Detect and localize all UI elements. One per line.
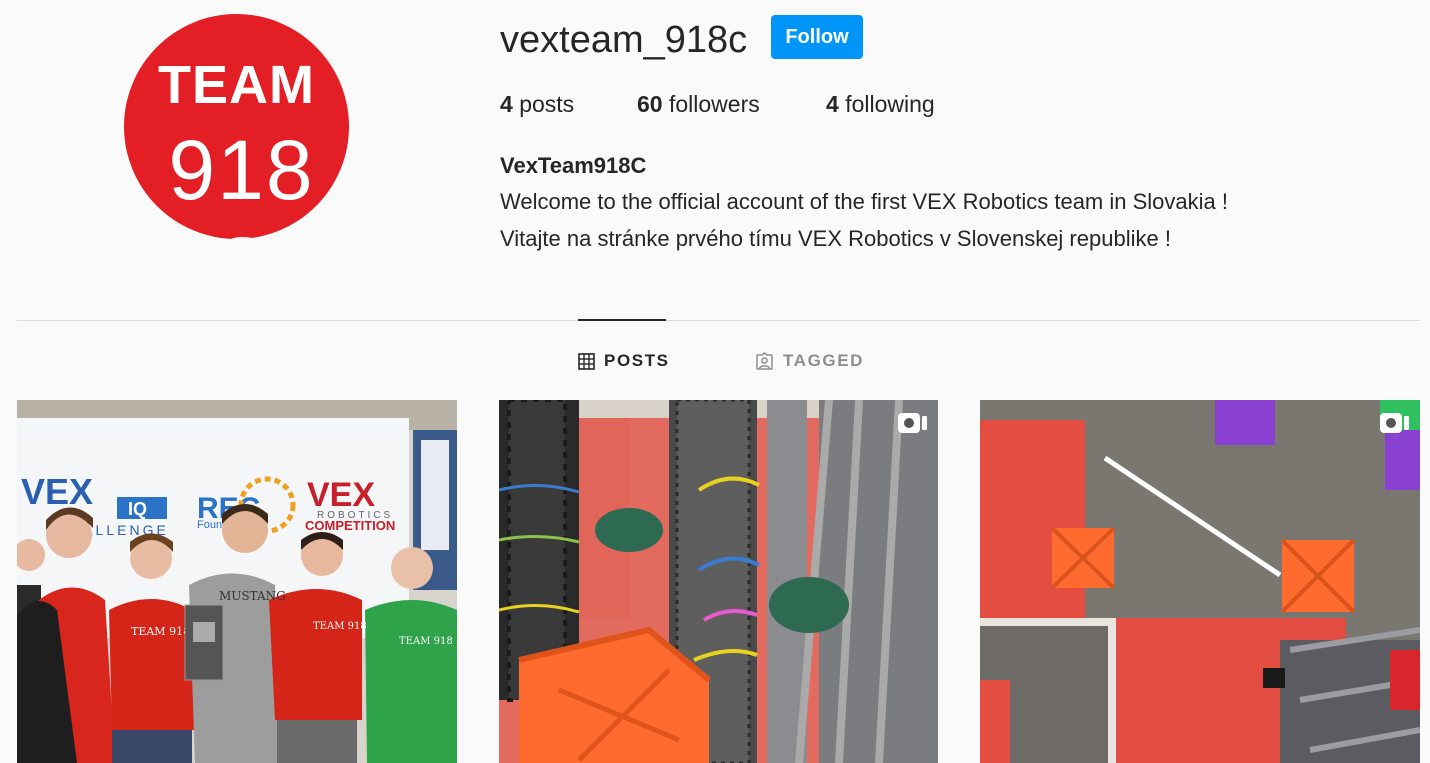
follow-button[interactable]: Follow [771,15,863,59]
post-thumbnail-1[interactable]: VEX IQ CHALLENGE REC Foundation VEX ROBO… [17,400,457,763]
team-photo: VEX IQ CHALLENGE REC Foundation VEX ROBO… [17,400,457,763]
bio-line-1: Welcome to the official account of the f… [500,189,1228,214]
video-icon [1380,413,1409,433]
bio-line-2: Vitajte na stránke prvého tímu VEX Robot… [500,226,1171,251]
avatar-text-team: TEAM [158,55,315,115]
banner-competition: COMPETITION [305,518,395,533]
following-label: following [845,91,935,117]
profile-page: TEAM 918 C vexteam_918c Follow 4 posts 6… [0,0,1430,763]
video-icon [898,413,927,433]
profile-username: vexteam_918c [500,19,748,61]
banner-vex-2: VEX [307,476,375,514]
banner-iq: IQ [128,499,147,519]
profile-avatar[interactable]: TEAM 918 C [124,14,349,239]
posts-count: 4 [500,91,513,117]
robot-closeup-photo [499,400,938,763]
post-thumbnail-3[interactable] [980,400,1420,763]
shirt-text-mustang: MUSTANG [219,589,286,603]
following-link[interactable]: 4 following [826,89,935,119]
shirt-text-1: TEAM 918 [131,625,190,638]
followers-count: 60 [637,91,663,117]
shirt-text-3: TEAM 918 [399,636,453,647]
followers-link[interactable]: 60 followers [637,89,760,119]
active-tab-indicator [578,319,666,321]
shirt-text-2: TEAM 918 [313,621,367,632]
tab-posts[interactable]: POSTS [578,348,670,374]
post-thumbnail-2[interactable] [499,400,938,763]
tagged-user-icon [756,352,773,370]
following-count: 4 [826,91,839,117]
field-overhead-photo [980,400,1420,763]
posts-count-stat: 4 posts [500,89,574,119]
tab-tagged[interactable]: TAGGED [755,348,864,374]
tab-posts-label: POSTS [604,351,670,370]
grid-icon [578,352,595,370]
banner-vex-iq: VEX [21,471,93,512]
tab-tagged-label: TAGGED [783,351,865,370]
tabs-divider [17,320,1420,321]
followers-label: followers [668,91,760,117]
posts-label: posts [519,91,575,117]
profile-full-name: VexTeam918C [500,153,647,178]
avatar-text-number: 918 C [168,123,315,239]
